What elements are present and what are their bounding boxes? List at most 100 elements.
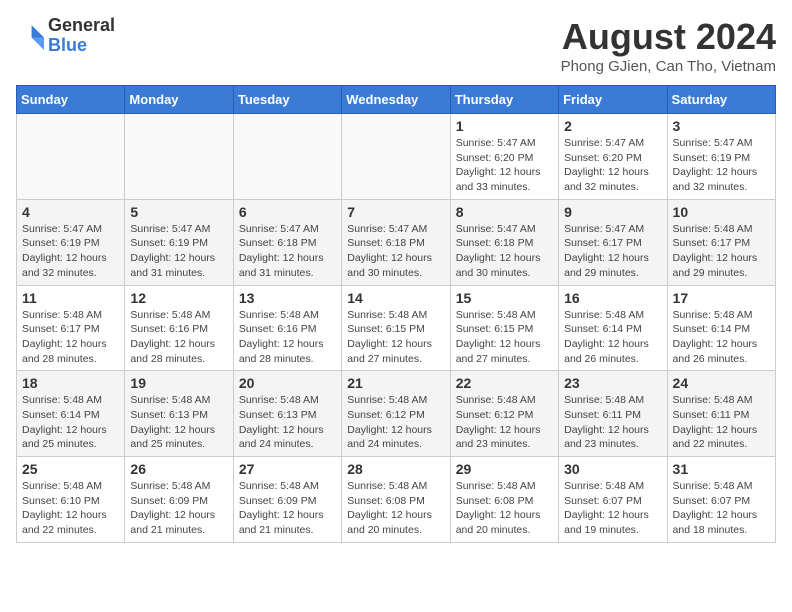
calendar-day-cell: 22Sunrise: 5:48 AM Sunset: 6:12 PM Dayli… <box>450 371 558 457</box>
day-of-week-header: Friday <box>559 86 667 114</box>
day-info: Sunrise: 5:47 AM Sunset: 6:19 PM Dayligh… <box>22 222 119 281</box>
calendar-day-cell: 5Sunrise: 5:47 AM Sunset: 6:19 PM Daylig… <box>125 199 233 285</box>
day-info: Sunrise: 5:48 AM Sunset: 6:08 PM Dayligh… <box>347 479 444 538</box>
day-info: Sunrise: 5:47 AM Sunset: 6:17 PM Dayligh… <box>564 222 661 281</box>
calendar-day-cell: 21Sunrise: 5:48 AM Sunset: 6:12 PM Dayli… <box>342 371 450 457</box>
day-info: Sunrise: 5:48 AM Sunset: 6:11 PM Dayligh… <box>673 393 770 452</box>
day-number: 19 <box>130 375 227 391</box>
day-of-week-header: Monday <box>125 86 233 114</box>
day-number: 26 <box>130 461 227 477</box>
calendar-day-cell: 3 Sunrise: 5:47 AM Sunset: 6:19 PM Daylig… <box>667 114 775 200</box>
title-block: August 2024 Phong GJien, Can Tho, Vietna… <box>561 16 776 75</box>
calendar-day-cell: 15Sunrise: 5:48 AM Sunset: 6:15 PM Dayli… <box>450 285 558 371</box>
calendar-day-cell: 30 Sunrise: 5:48 AM Sunset: 6:07 PM Dayli… <box>559 457 667 543</box>
logo-general: General <box>48 15 115 35</box>
day-number: 2 <box>564 118 661 134</box>
day-number: 23 <box>564 375 661 391</box>
calendar-day-cell: 1 Sunrise: 5:47 AM Sunset: 6:20 PM Daylig… <box>450 114 558 200</box>
calendar-week-row: 1 Sunrise: 5:47 AM Sunset: 6:20 PM Daylig… <box>17 114 776 200</box>
calendar-day-cell: 26 Sunrise: 5:48 AM Sunset: 6:09 PM Dayli… <box>125 457 233 543</box>
calendar-header-row: SundayMondayTuesdayWednesdayThursdayFrid… <box>17 86 776 114</box>
calendar-day-cell: 7 Sunrise: 5:47 AM Sunset: 6:18 PM Daylig… <box>342 199 450 285</box>
calendar-day-cell <box>233 114 341 200</box>
logo-icon <box>16 22 44 50</box>
day-number: 18 <box>22 375 119 391</box>
calendar-day-cell: 23 Sunrise: 5:48 AM Sunset: 6:11 PM Dayli… <box>559 371 667 457</box>
day-info: Sunrise: 5:48 AM Sunset: 6:15 PM Dayligh… <box>456 308 553 367</box>
day-of-week-header: Thursday <box>450 86 558 114</box>
calendar-week-row: 11 Sunrise: 5:48 AM Sunset: 6:17 PM Dayli… <box>17 285 776 371</box>
day-number: 28 <box>347 461 444 477</box>
day-info: Sunrise: 5:48 AM Sunset: 6:17 PM Dayligh… <box>22 308 119 367</box>
calendar-day-cell: 18 Sunrise: 5:48 AM Sunset: 6:14 PM Dayli… <box>17 371 125 457</box>
day-number: 13 <box>239 290 336 306</box>
day-number: 17 <box>673 290 770 306</box>
calendar-day-cell: 31Sunrise: 5:48 AM Sunset: 6:07 PM Dayli… <box>667 457 775 543</box>
day-number: 4 <box>22 204 119 220</box>
day-number: 1 <box>456 118 553 134</box>
logo-blue: Blue <box>48 35 87 55</box>
calendar-day-cell: 29Sunrise: 5:48 AM Sunset: 6:08 PM Dayli… <box>450 457 558 543</box>
calendar-day-cell: 12Sunrise: 5:48 AM Sunset: 6:16 PM Dayli… <box>125 285 233 371</box>
logo: General Blue <box>16 16 115 56</box>
day-of-week-header: Tuesday <box>233 86 341 114</box>
day-of-week-header: Wednesday <box>342 86 450 114</box>
day-info: Sunrise: 5:48 AM Sunset: 6:07 PM Dayligh… <box>564 479 661 538</box>
calendar-day-cell: 8 Sunrise: 5:47 AM Sunset: 6:18 PM Daylig… <box>450 199 558 285</box>
calendar-week-row: 4 Sunrise: 5:47 AM Sunset: 6:19 PM Daylig… <box>17 199 776 285</box>
day-info: Sunrise: 5:48 AM Sunset: 6:13 PM Dayligh… <box>239 393 336 452</box>
day-number: 7 <box>347 204 444 220</box>
day-info: Sunrise: 5:48 AM Sunset: 6:14 PM Dayligh… <box>564 308 661 367</box>
day-number: 8 <box>456 204 553 220</box>
calendar-day-cell: 13 Sunrise: 5:48 AM Sunset: 6:16 PM Dayli… <box>233 285 341 371</box>
calendar-day-cell: 24Sunrise: 5:48 AM Sunset: 6:11 PM Dayli… <box>667 371 775 457</box>
day-info: Sunrise: 5:48 AM Sunset: 6:14 PM Dayligh… <box>22 393 119 452</box>
day-info: Sunrise: 5:48 AM Sunset: 6:17 PM Dayligh… <box>673 222 770 281</box>
day-info: Sunrise: 5:47 AM Sunset: 6:18 PM Dayligh… <box>456 222 553 281</box>
calendar-week-row: 18 Sunrise: 5:48 AM Sunset: 6:14 PM Dayli… <box>17 371 776 457</box>
calendar-day-cell <box>17 114 125 200</box>
day-number: 27 <box>239 461 336 477</box>
calendar-day-cell: 20 Sunrise: 5:48 AM Sunset: 6:13 PM Dayli… <box>233 371 341 457</box>
day-info: Sunrise: 5:47 AM Sunset: 6:20 PM Dayligh… <box>456 136 553 195</box>
day-number: 25 <box>22 461 119 477</box>
day-info: Sunrise: 5:48 AM Sunset: 6:11 PM Dayligh… <box>564 393 661 452</box>
day-number: 11 <box>22 290 119 306</box>
calendar-day-cell: 17Sunrise: 5:48 AM Sunset: 6:14 PM Dayli… <box>667 285 775 371</box>
day-info: Sunrise: 5:48 AM Sunset: 6:13 PM Dayligh… <box>130 393 227 452</box>
calendar-day-cell: 28 Sunrise: 5:48 AM Sunset: 6:08 PM Dayli… <box>342 457 450 543</box>
day-info: Sunrise: 5:47 AM Sunset: 6:18 PM Dayligh… <box>347 222 444 281</box>
calendar-day-cell: 25 Sunrise: 5:48 AM Sunset: 6:10 PM Dayli… <box>17 457 125 543</box>
calendar-day-cell: 16 Sunrise: 5:48 AM Sunset: 6:14 PM Dayli… <box>559 285 667 371</box>
calendar-week-row: 25 Sunrise: 5:48 AM Sunset: 6:10 PM Dayli… <box>17 457 776 543</box>
calendar-table: SundayMondayTuesdayWednesdayThursdayFrid… <box>16 85 776 543</box>
day-info: Sunrise: 5:48 AM Sunset: 6:09 PM Dayligh… <box>239 479 336 538</box>
day-info: Sunrise: 5:47 AM Sunset: 6:20 PM Dayligh… <box>564 136 661 195</box>
calendar-day-cell: 10 Sunrise: 5:48 AM Sunset: 6:17 PM Dayli… <box>667 199 775 285</box>
day-info: Sunrise: 5:48 AM Sunset: 6:12 PM Dayligh… <box>347 393 444 452</box>
day-number: 14 <box>347 290 444 306</box>
day-number: 30 <box>564 461 661 477</box>
calendar-day-cell: 27 Sunrise: 5:48 AM Sunset: 6:09 PM Dayli… <box>233 457 341 543</box>
calendar-day-cell <box>125 114 233 200</box>
day-number: 10 <box>673 204 770 220</box>
day-info: Sunrise: 5:48 AM Sunset: 6:16 PM Dayligh… <box>130 308 227 367</box>
day-number: 22 <box>456 375 553 391</box>
day-info: Sunrise: 5:48 AM Sunset: 6:10 PM Dayligh… <box>22 479 119 538</box>
calendar-day-cell: 11 Sunrise: 5:48 AM Sunset: 6:17 PM Dayli… <box>17 285 125 371</box>
day-of-week-header: Sunday <box>17 86 125 114</box>
day-info: Sunrise: 5:48 AM Sunset: 6:16 PM Dayligh… <box>239 308 336 367</box>
day-info: Sunrise: 5:48 AM Sunset: 6:15 PM Dayligh… <box>347 308 444 367</box>
logo-text: General Blue <box>48 16 115 56</box>
day-number: 6 <box>239 204 336 220</box>
day-info: Sunrise: 5:47 AM Sunset: 6:18 PM Dayligh… <box>239 222 336 281</box>
day-number: 5 <box>130 204 227 220</box>
day-number: 16 <box>564 290 661 306</box>
day-info: Sunrise: 5:48 AM Sunset: 6:09 PM Dayligh… <box>130 479 227 538</box>
day-number: 31 <box>673 461 770 477</box>
day-number: 3 <box>673 118 770 134</box>
location-subtitle: Phong GJien, Can Tho, Vietnam <box>561 58 776 75</box>
day-of-week-header: Saturday <box>667 86 775 114</box>
day-info: Sunrise: 5:47 AM Sunset: 6:19 PM Dayligh… <box>673 136 770 195</box>
day-number: 20 <box>239 375 336 391</box>
